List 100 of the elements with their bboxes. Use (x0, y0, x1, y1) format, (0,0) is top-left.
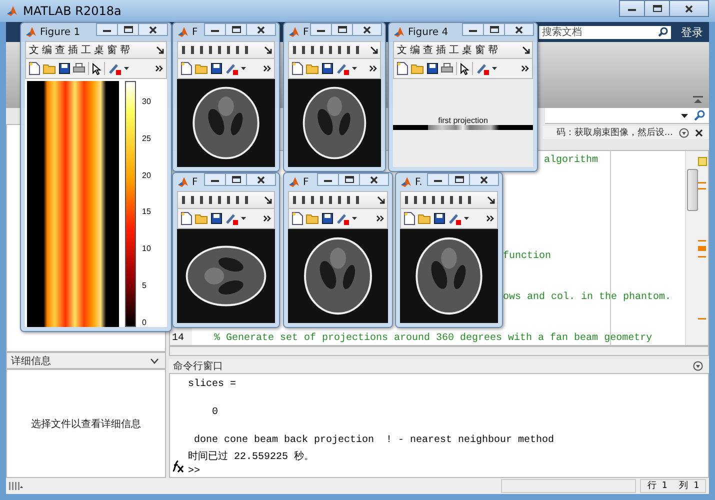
caret-icon[interactable] (352, 67, 357, 70)
new-file-icon[interactable] (29, 62, 40, 75)
maximize-button[interactable] (117, 23, 139, 36)
scrollbar[interactable] (685, 150, 698, 346)
login-button[interactable]: 登录 (679, 24, 705, 40)
overflow-arrow-icon[interactable] (370, 46, 378, 54)
printer-icon[interactable] (73, 63, 85, 74)
figure-window[interactable]: F (172, 22, 280, 172)
figure-window[interactable]: Figure 1 文 编 查 插 工 桌 窗 帮 30 25 20 15 10 5 0 (20, 22, 172, 332)
menu-item[interactable]: 桌 (93, 43, 105, 57)
save-icon[interactable] (427, 63, 438, 74)
caret-icon[interactable] (241, 67, 246, 70)
overflow-arrow-icon[interactable] (264, 46, 272, 54)
new-file-icon[interactable] (397, 62, 408, 75)
minimize-button[interactable] (204, 173, 226, 186)
overflow-arrow-icon[interactable] (156, 46, 164, 54)
minimize-button[interactable] (204, 23, 226, 36)
menu-item[interactable]: 编 (409, 43, 421, 57)
figure-window[interactable]: F. (395, 172, 503, 328)
close-button[interactable] (246, 23, 276, 36)
maximize-button[interactable] (225, 173, 247, 186)
brush-icon[interactable] (336, 62, 349, 74)
search-field[interactable]: 搜索文档 (539, 26, 655, 38)
caret-icon[interactable] (124, 67, 129, 70)
menu-item[interactable]: 编 (41, 43, 53, 57)
scrollbar[interactable] (169, 346, 709, 356)
close-button[interactable] (352, 23, 382, 36)
double-chevron-icon[interactable] (263, 215, 271, 222)
caret-icon[interactable] (352, 217, 357, 220)
brush-icon[interactable] (476, 62, 489, 74)
close-button[interactable] (669, 0, 709, 17)
brush-icon[interactable] (336, 212, 349, 224)
maximize-button[interactable] (448, 173, 470, 186)
save-icon[interactable] (211, 213, 222, 224)
maximize-button[interactable] (644, 0, 670, 17)
maximize-button[interactable] (331, 23, 353, 36)
menu-item[interactable]: 插 (67, 43, 79, 57)
command-prompt[interactable]: >> (188, 466, 708, 477)
close-icon[interactable] (695, 128, 703, 136)
caret-icon[interactable] (492, 67, 497, 70)
pointer-icon[interactable] (92, 62, 101, 74)
menu-item[interactable]: 插 (435, 43, 447, 57)
figure-window[interactable]: F (283, 172, 393, 328)
save-icon[interactable] (322, 63, 333, 74)
printer-icon[interactable] (441, 63, 453, 74)
close-button[interactable] (504, 23, 534, 36)
double-chevron-icon[interactable] (486, 215, 494, 222)
menu-item[interactable]: 帮 (487, 43, 499, 57)
double-chevron-icon[interactable] (521, 65, 529, 72)
save-icon[interactable] (434, 213, 445, 224)
circle-down-icon[interactable] (693, 361, 703, 371)
minimize-button[interactable] (619, 0, 645, 17)
overflow-arrow-icon[interactable] (377, 196, 385, 204)
new-file-icon[interactable] (181, 212, 192, 225)
brush-icon[interactable] (225, 212, 238, 224)
overflow-arrow-icon[interactable] (487, 196, 495, 204)
caret-icon[interactable] (464, 217, 469, 220)
maximize-button[interactable] (338, 173, 360, 186)
new-file-icon[interactable] (181, 62, 192, 75)
double-chevron-icon[interactable] (263, 65, 271, 72)
menu-item[interactable]: 帮 (119, 43, 131, 57)
minimize-button[interactable] (462, 23, 484, 36)
figure-window[interactable]: F (172, 172, 280, 328)
menu-item[interactable]: 查 (422, 43, 434, 57)
dropdown-caret-icon[interactable] (681, 114, 688, 118)
figure-window[interactable]: F (283, 22, 386, 172)
menu-item[interactable]: 文 (396, 43, 408, 57)
save-icon[interactable] (322, 213, 333, 224)
save-icon[interactable] (59, 63, 70, 74)
overflow-arrow-icon[interactable] (522, 46, 530, 54)
menu-item[interactable]: 文 (28, 43, 40, 57)
circle-down-icon[interactable] (679, 128, 689, 138)
pointer-icon[interactable] (460, 62, 469, 74)
menu-item[interactable]: 工 (80, 43, 92, 57)
overflow-arrow-icon[interactable] (264, 196, 272, 204)
save-icon[interactable] (211, 63, 222, 74)
close-button[interactable] (469, 173, 499, 186)
minimize-button[interactable] (310, 23, 332, 36)
double-chevron-icon[interactable] (155, 65, 163, 72)
brush-icon[interactable] (108, 62, 121, 74)
menu-item[interactable]: 查 (54, 43, 66, 57)
minimize-button[interactable] (96, 23, 118, 36)
double-chevron-icon[interactable] (369, 65, 377, 72)
new-file-icon[interactable] (404, 212, 415, 225)
minimize-button[interactable] (427, 173, 449, 186)
search-icon[interactable] (694, 110, 705, 121)
close-button[interactable] (138, 23, 168, 36)
close-button[interactable] (246, 173, 276, 186)
menu-item[interactable]: 窗 (106, 43, 118, 57)
search-button[interactable] (655, 26, 671, 38)
maximize-button[interactable] (483, 23, 505, 36)
new-file-icon[interactable] (292, 212, 303, 225)
menu-item[interactable]: 窗 (474, 43, 486, 57)
close-button[interactable] (359, 173, 389, 186)
minimize-button[interactable] (317, 173, 339, 186)
brush-icon[interactable] (448, 212, 461, 224)
figure-window[interactable]: Figure 4 文 编 查 插 工 桌 窗 帮 first projection (388, 22, 538, 172)
maximize-button[interactable] (225, 23, 247, 36)
menu-item[interactable]: 桌 (461, 43, 473, 57)
double-chevron-icon[interactable] (376, 215, 384, 222)
